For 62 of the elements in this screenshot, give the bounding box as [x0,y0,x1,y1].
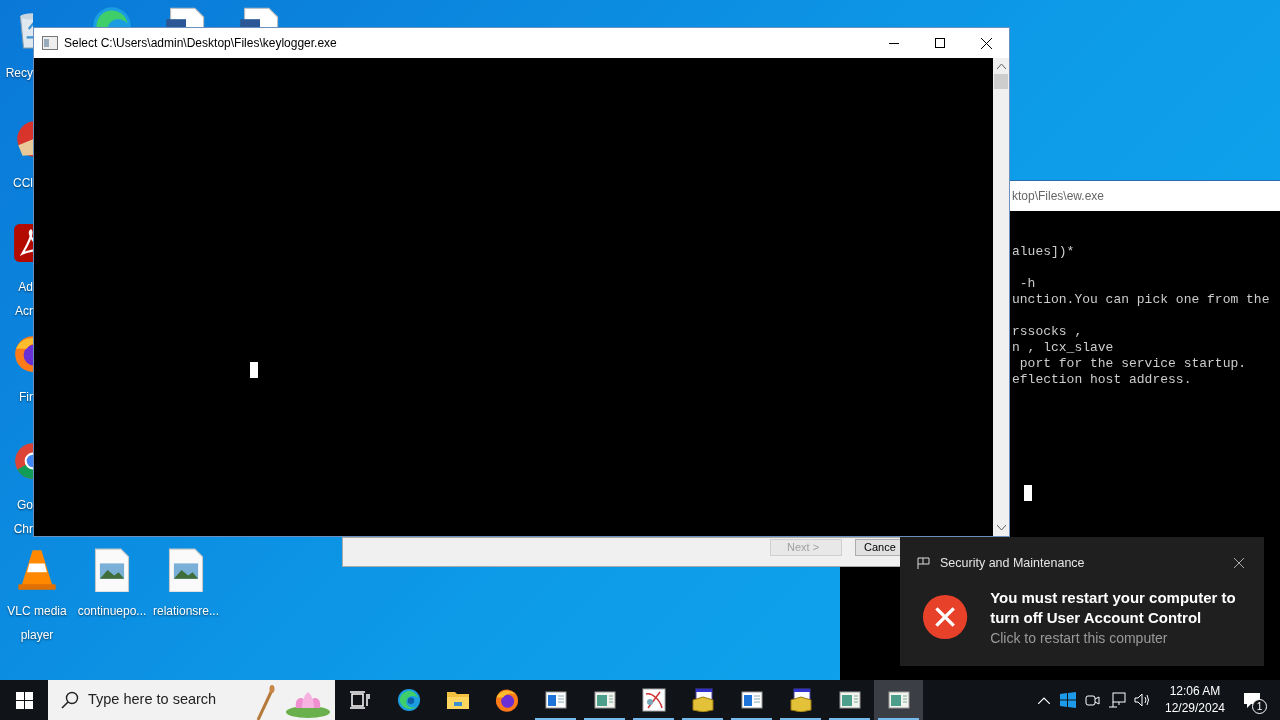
window-icon [887,690,910,710]
notification-count: 1 [1252,699,1267,714]
error-icon [922,593,969,641]
traffic-cone-icon [15,548,59,592]
search-icon [61,691,79,709]
folder-icon [445,689,470,711]
installer-box-icon [690,688,715,712]
scrollbar-thumb[interactable] [994,74,1008,89]
chevron-up-icon [1038,696,1050,704]
desktop-icon-label: VLC media player [7,604,67,642]
maximize-icon [935,38,945,48]
desktop-icon-label: relationsre... [153,604,219,618]
desktop-icon-label: Recy [5,66,33,80]
desktop-icon-label: Ad Acr [15,280,33,318]
desktop-icon-label: continuepo... [77,604,147,618]
window-title: ktop\Files\ew.exe [1012,188,1105,205]
close-button[interactable] [1231,555,1247,571]
console-text: n , lcx_slave [1012,340,1114,355]
camera-icon [1084,692,1100,708]
clock-date: 12/29/2024 [1164,700,1226,717]
window-icon [838,690,861,710]
taskbar-app-button[interactable] [874,680,923,720]
search-bar[interactable]: Type here to search [48,680,335,720]
search-field[interactable]: Type here to search [88,689,258,711]
minimize-icon [889,42,899,44]
network-icon [1108,692,1126,708]
desktop-icon-label: CCl [13,176,33,190]
notification-app-name: Security and Maintenance [940,554,1085,572]
text-cursor [1024,485,1032,501]
desktop-icon-label: Go Chr [13,498,33,536]
windows-logo-icon [15,691,33,709]
close-icon [980,37,992,49]
console-text: port for the service startup. [1018,356,1247,371]
notification-toast[interactable]: Security and Maintenance You must restart your computer to turn off User Account Control Click to restart this computer [900,537,1264,666]
flag-icon [917,556,930,570]
paint-icon [641,688,666,712]
volume-icon [1134,692,1152,708]
text-cursor [250,362,258,378]
scrollbar[interactable] [993,58,1009,536]
window-icon [740,690,763,710]
clock-time: 12:06 AM [1169,683,1221,700]
windows-logo-icon [1060,692,1076,708]
window-icon [593,690,616,710]
console-text: eflection host address. [1012,372,1192,387]
console-text: alues])* [1012,244,1075,259]
task-view-icon [349,691,370,709]
console-text: unction.You can pick one from the [1012,292,1270,307]
console-text: rssocks , [1012,324,1083,339]
console-text: -h [1018,276,1036,291]
scroll-down-icon [996,525,1006,530]
action-center-button[interactable]: 1 [1236,680,1268,720]
firefox-icon [493,687,520,713]
edge-icon [395,687,422,713]
notification-title: You must restart your computer to turn off User Account Control [990,588,1237,628]
scroll-up-icon [996,64,1006,69]
close-icon [1234,558,1244,568]
window-icon [544,690,567,710]
desktop-icon-label: Fir [19,390,33,404]
notification-body: Click to restart this computer [990,629,1169,648]
window-title: Select C:\Users\admin\Desktop\Files\keylogger.exe [64,35,337,52]
console-window-icon [42,36,58,50]
installer-box-icon [788,688,813,712]
